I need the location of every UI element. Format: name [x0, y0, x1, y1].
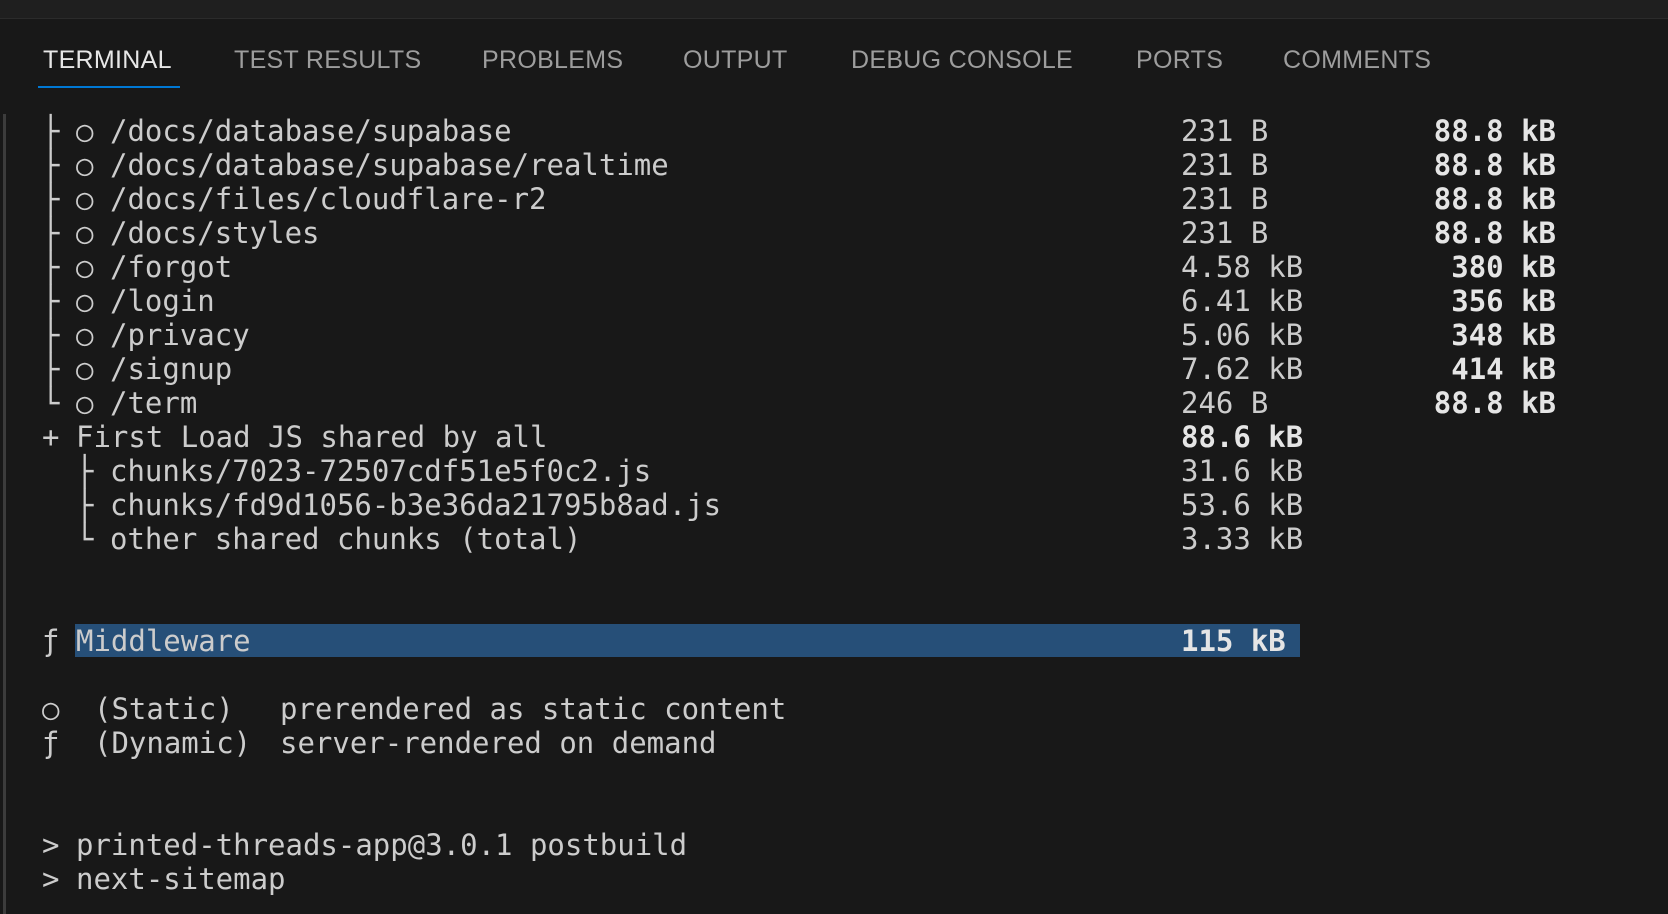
route-first-load: 356 kB: [1451, 284, 1556, 318]
route-static-marker: ○: [76, 352, 94, 386]
route-path: /signup: [110, 352, 233, 386]
chunk-tree: ├: [76, 454, 94, 488]
route-path: /term: [110, 386, 198, 420]
route-tree: ├: [42, 284, 60, 318]
route-size: 231 B: [1181, 114, 1269, 148]
chunk-tree: └: [76, 522, 94, 556]
route-path: /docs/styles: [110, 216, 320, 250]
route-first-load: 414 kB: [1451, 352, 1556, 386]
route-static-marker: ○: [76, 182, 94, 216]
shared-size: 88.6 kB: [1181, 420, 1304, 454]
route-size: 246 B: [1181, 386, 1269, 420]
route-first-load: 348 kB: [1451, 318, 1556, 352]
route-first-load: 88.8 kB: [1433, 182, 1556, 216]
chunk-name: chunks/fd9d1056-b3e36da21795b8ad.js: [110, 488, 722, 522]
route-tree: └: [42, 386, 60, 420]
route-path: /login: [110, 284, 215, 318]
route-static-marker: ○: [76, 386, 94, 420]
route-static-marker: ○: [76, 216, 94, 250]
route-first-load: 88.8 kB: [1433, 216, 1556, 250]
command-prompt: >: [42, 828, 60, 862]
shared-label: First Load JS shared by all: [76, 420, 548, 454]
route-size: 5.06 kB: [1181, 318, 1304, 352]
chunk-tree: ├: [76, 488, 94, 522]
shared-prefix: +: [42, 420, 60, 454]
legend-kind: (Static): [94, 692, 234, 726]
selection-highlight: [75, 624, 1300, 657]
command-prompt: >: [42, 862, 60, 896]
route-size: 6.41 kB: [1181, 284, 1304, 318]
chunk-size: 53.6 kB: [1181, 488, 1304, 522]
chunk-name: other shared chunks (total): [110, 522, 582, 556]
route-tree: ├: [42, 114, 60, 148]
route-path: /docs/files/cloudflare-r2: [110, 182, 547, 216]
middleware-marker: ƒ: [42, 624, 60, 658]
route-first-load: 380 kB: [1451, 250, 1556, 284]
route-size: 231 B: [1181, 148, 1269, 182]
legend-desc: server-rendered on demand: [280, 726, 717, 760]
route-tree: ├: [42, 182, 60, 216]
legend-desc: prerendered as static content: [280, 692, 787, 726]
route-size: 231 B: [1181, 182, 1269, 216]
route-static-marker: ○: [76, 318, 94, 352]
legend-kind: (Dynamic): [94, 726, 252, 760]
command-text: printed-threads-app@3.0.1 postbuild: [76, 828, 688, 862]
route-tree: ├: [42, 318, 60, 352]
route-static-marker: ○: [76, 250, 94, 284]
route-tree: ├: [42, 352, 60, 386]
route-tree: ├: [42, 216, 60, 250]
route-first-load: 88.8 kB: [1433, 386, 1556, 420]
route-size: 7.62 kB: [1181, 352, 1304, 386]
chunk-size: 3.33 kB: [1181, 522, 1304, 556]
route-path: /docs/database/supabase: [110, 114, 512, 148]
route-tree: ├: [42, 250, 60, 284]
route-path: /privacy: [110, 318, 250, 352]
terminal-output[interactable]: ├ ○ /docs/database/supabase 231 B 88.8 kB ├ ○ /…: [0, 0, 1668, 914]
legend-marker: ○: [42, 692, 60, 726]
chunk-size: 31.6 kB: [1181, 454, 1304, 488]
route-static-marker: ○: [76, 114, 94, 148]
chunk-name: chunks/7023-72507cdf51e5f0c2.js: [110, 454, 652, 488]
route-size: 231 B: [1181, 216, 1269, 250]
route-path: /forgot: [110, 250, 233, 284]
legend-marker: ƒ: [42, 726, 60, 760]
route-first-load: 88.8 kB: [1433, 114, 1556, 148]
route-static-marker: ○: [76, 284, 94, 318]
route-first-load: 88.8 kB: [1433, 148, 1556, 182]
route-size: 4.58 kB: [1181, 250, 1304, 284]
middleware-label: Middleware: [76, 624, 251, 658]
route-tree: ├: [42, 148, 60, 182]
route-path: /docs/database/supabase/realtime: [110, 148, 669, 182]
command-text: next-sitemap: [76, 862, 286, 896]
route-static-marker: ○: [76, 148, 94, 182]
middleware-size: 115 kB: [1181, 624, 1286, 658]
